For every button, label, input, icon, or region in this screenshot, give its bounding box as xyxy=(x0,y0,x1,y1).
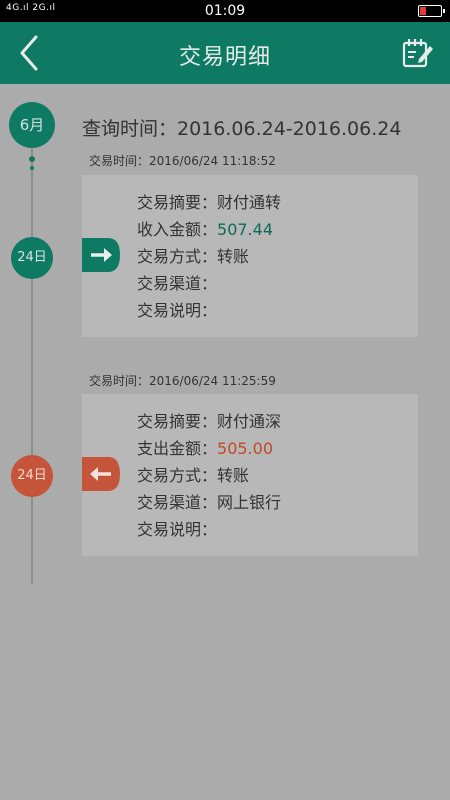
battery-icon xyxy=(418,5,445,17)
summary-row: 交易摘要：财付通转 xyxy=(137,193,282,212)
channel-value: 网上银行 xyxy=(217,493,282,512)
status-time: 01:09 xyxy=(204,3,246,19)
day-badge: 24日 xyxy=(11,237,53,279)
method-row: 交易方式：转账 xyxy=(137,466,250,485)
status-bar: 4G.ıl 2G.ıl 01:09 xyxy=(0,0,450,22)
transaction-time: 交易时间：2016/06/24 11:25:59 xyxy=(89,374,276,388)
month-badge: 6月 xyxy=(9,102,55,148)
method-value: 转账 xyxy=(217,466,250,485)
method-row: 交易方式：转账 xyxy=(137,247,250,266)
channel-row: 交易渠道： xyxy=(137,274,218,293)
amount-row: 收入金额：507.44 xyxy=(137,220,273,239)
income-amount: 507.44 xyxy=(217,220,273,239)
amount-row: 支出金额：505.00 xyxy=(137,439,273,458)
summary-value: 财付通转 xyxy=(217,193,282,212)
timeline-line xyxy=(31,140,33,584)
edit-calendar-icon xyxy=(402,39,433,68)
summary-value: 财付通深 xyxy=(217,412,282,431)
expense-amount: 505.00 xyxy=(217,439,273,458)
app-bar: 交易明细 xyxy=(0,22,450,84)
timeline-dot xyxy=(29,156,35,162)
query-period: 查询时间：2016.06.24-2016.06.24 xyxy=(82,118,402,140)
transaction-card[interactable]: 交易摘要：财付通转 收入金额：507.44 交易方式：转账 交易渠道： 交易说明… xyxy=(82,175,418,337)
income-arrow-icon xyxy=(82,238,120,272)
channel-row: 交易渠道：网上银行 xyxy=(137,493,282,512)
note-row: 交易说明： xyxy=(137,301,218,320)
timeline-dot xyxy=(30,166,34,170)
method-value: 转账 xyxy=(217,247,250,266)
edit-button[interactable] xyxy=(402,36,434,70)
note-row: 交易说明： xyxy=(137,520,218,539)
transaction-card[interactable]: 交易摘要：财付通深 支出金额：505.00 交易方式：转账 交易渠道：网上银行 … xyxy=(82,394,418,556)
transaction-time: 交易时间：2016/06/24 11:18:52 xyxy=(89,154,276,168)
expense-arrow-icon xyxy=(82,457,120,491)
day-badge: 24日 xyxy=(11,455,53,497)
page-title: 交易明细 xyxy=(178,45,271,70)
summary-row: 交易摘要：财付通深 xyxy=(137,412,282,431)
